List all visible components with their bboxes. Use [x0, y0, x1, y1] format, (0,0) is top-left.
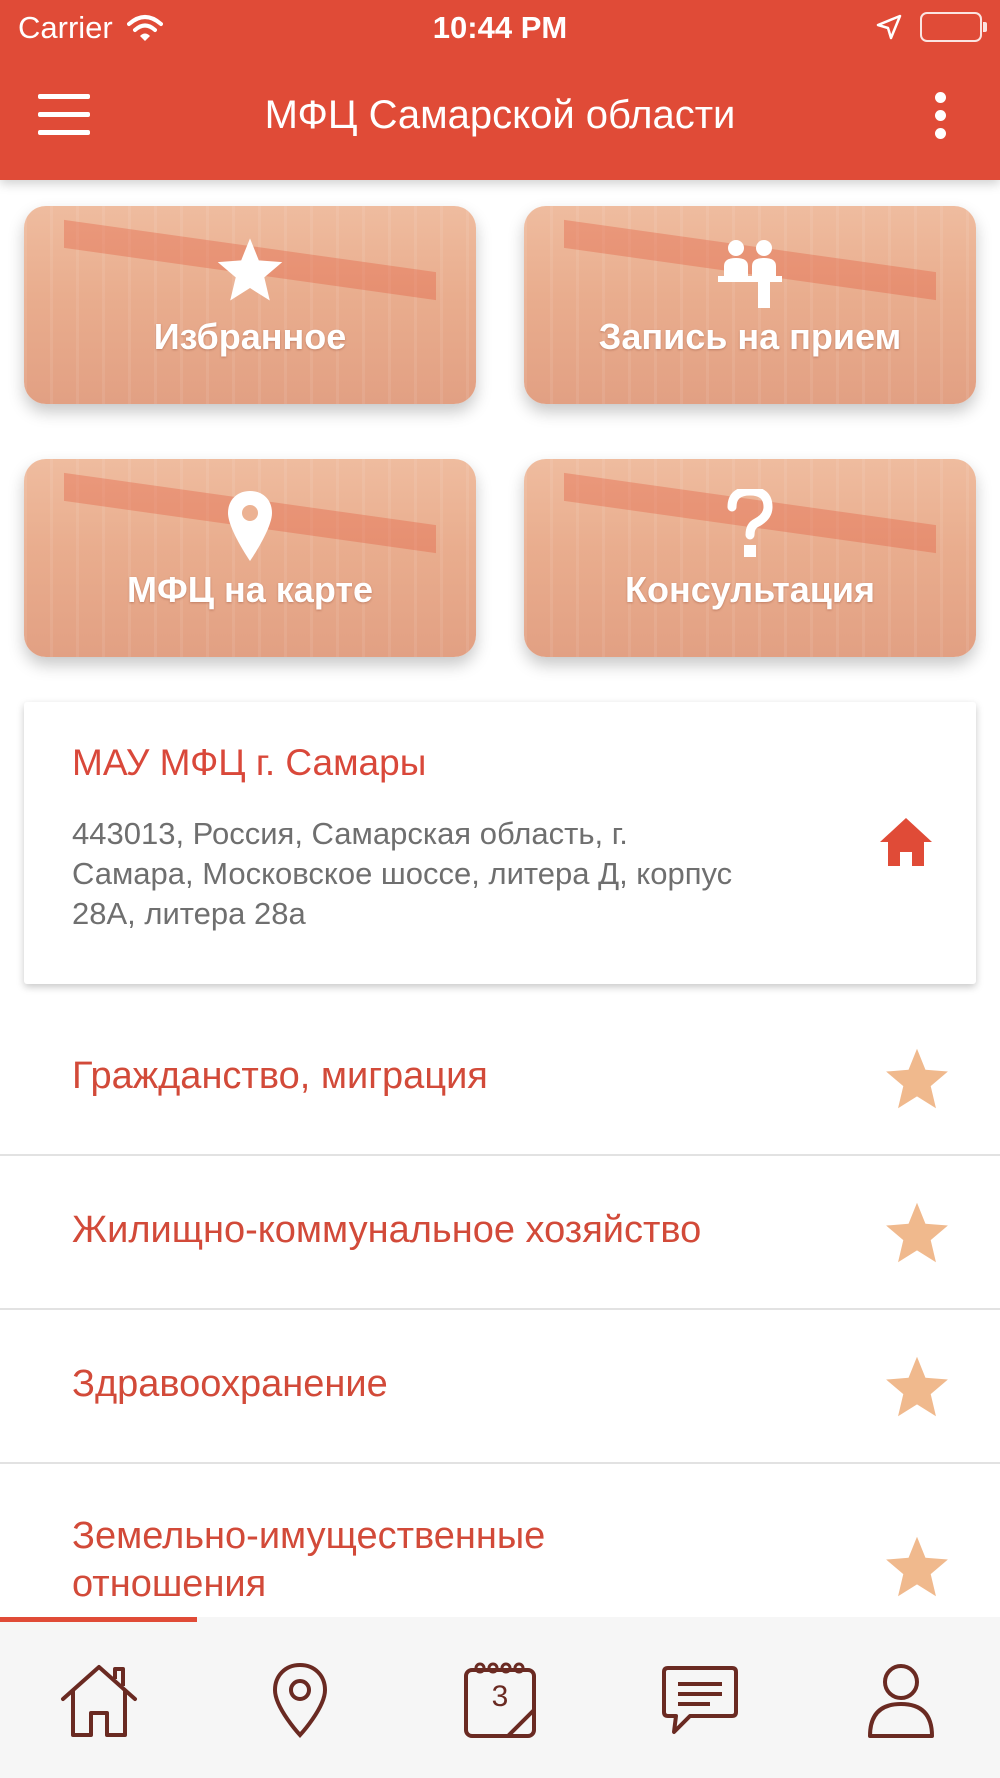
tile-label: МФЦ на карте — [127, 569, 373, 610]
category-item[interactable]: Земельно-имущественные отношения — [0, 1464, 1000, 1624]
nav-profile[interactable] — [856, 1655, 946, 1745]
category-item[interactable]: Гражданство, миграция — [0, 1000, 1000, 1156]
tile-label: Консультация — [624, 569, 876, 610]
nav-map[interactable] — [255, 1655, 345, 1745]
category-label: Жилищно-коммунальное хозяйство — [72, 1209, 702, 1251]
map-pin-icon — [272, 1662, 328, 1738]
profile-icon — [868, 1664, 934, 1738]
tile-label: Избранное — [153, 316, 347, 357]
tile-label: Запись на прием — [598, 316, 902, 357]
home-icon — [61, 1665, 137, 1737]
nav-home[interactable] — [54, 1655, 144, 1745]
more-options-button[interactable] — [932, 92, 948, 144]
category-item[interactable]: Жилищно-коммунальное хозяйство — [0, 1156, 1000, 1310]
office-card[interactable]: МАУ МФЦ г. Самары 443013, Россия, Самарс… — [24, 702, 976, 984]
tile-appointment[interactable]: Запись на прием — [524, 206, 976, 404]
calendar-icon: 3 — [464, 1662, 536, 1738]
address-line: 28А, литера 28а — [72, 896, 306, 931]
active-tab-indicator — [0, 1617, 197, 1622]
address-line: 443013, Россия, Самарская область, г. — [72, 816, 628, 851]
map-pin-icon — [228, 491, 272, 561]
nav-chat[interactable] — [655, 1655, 745, 1745]
tile-favorites[interactable]: Избранное — [24, 206, 476, 404]
star-icon — [217, 238, 283, 301]
star-icon[interactable] — [882, 1200, 952, 1268]
category-label: Земельно-имущественные отношения — [72, 1512, 545, 1608]
people-queue-icon — [718, 240, 782, 308]
address-line: Самара, Московское шоссе, литера Д, корп… — [72, 856, 733, 891]
category-label: Гражданство, миграция — [72, 1055, 488, 1097]
office-name: МАУ МФЦ г. Самары — [72, 742, 427, 783]
question-icon — [727, 489, 773, 557]
location-arrow-icon — [876, 14, 902, 40]
star-icon[interactable] — [882, 1046, 952, 1114]
page-title: МФЦ Самарской области — [264, 93, 736, 137]
category-label-line: Земельно-имущественные — [72, 1515, 546, 1557]
battery-icon — [920, 12, 987, 42]
status-right — [876, 12, 987, 42]
star-icon[interactable] — [882, 1354, 952, 1422]
home-icon[interactable] — [878, 816, 934, 868]
star-icon[interactable] — [882, 1534, 952, 1602]
office-address: 443013, Россия, Самарская область, г. Са… — [72, 814, 852, 934]
status-time: 10:44 PM — [432, 10, 568, 45]
calendar-day-label: 3 — [492, 1680, 509, 1713]
category-label-line: отношения — [72, 1563, 267, 1605]
tile-map[interactable]: МФЦ на карте — [24, 459, 476, 657]
chat-icon — [662, 1666, 738, 1734]
app-header: Carrier 10:44 PM МФЦ Самарской области — [0, 0, 1000, 180]
tile-consultation[interactable]: Консультация — [524, 459, 976, 657]
category-item[interactable]: Здравоохранение — [0, 1310, 1000, 1464]
category-label: Здравоохранение — [72, 1363, 388, 1405]
nav-calendar[interactable]: 3 — [455, 1655, 545, 1745]
